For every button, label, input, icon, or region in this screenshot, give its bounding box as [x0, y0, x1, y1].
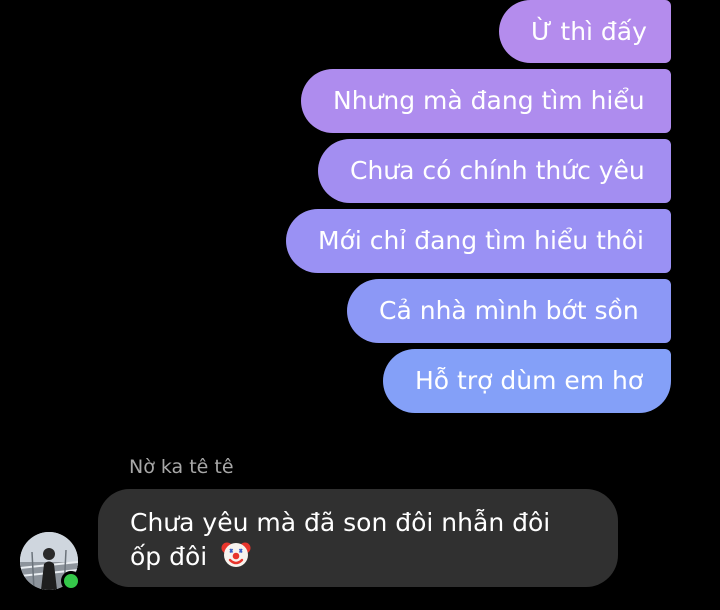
- outgoing-message[interactable]: Mới chỉ đang tìm hiểu thôi: [286, 209, 671, 273]
- outgoing-message[interactable]: Ừ thì đấy: [499, 0, 671, 63]
- outgoing-message[interactable]: Nhưng mà đang tìm hiểu: [301, 69, 671, 133]
- message-text: Ừ thì đấy: [531, 17, 647, 46]
- message-text: Chưa có chính thức yêu: [350, 156, 645, 185]
- message-text: Hỗ trợ dùm em hơ: [415, 366, 644, 395]
- message-text: Chưa yêu mà đã son đôi nhẫn đôi ốp đôi: [130, 508, 551, 571]
- message-text: Nhưng mà đang tìm hiểu: [333, 86, 645, 115]
- message-text: Mới chỉ đang tìm hiểu thôi: [318, 226, 644, 255]
- chat-thread: Ừ thì đấy Nhưng mà đang tìm hiểu Chưa có…: [0, 0, 720, 610]
- sender-name: Nờ ka tê tê: [129, 456, 234, 478]
- outgoing-message[interactable]: Cả nhà mình bớt sồn: [347, 279, 671, 343]
- incoming-message[interactable]: Chưa yêu mà đã son đôi nhẫn đôi ốp đôi: [98, 489, 618, 587]
- outgoing-message[interactable]: Chưa có chính thức yêu: [318, 139, 671, 203]
- online-status-indicator: [61, 571, 81, 591]
- clown-face-icon: [221, 542, 251, 567]
- message-text: Cả nhà mình bớt sồn: [379, 296, 639, 325]
- outgoing-message[interactable]: Hỗ trợ dùm em hơ: [383, 349, 671, 413]
